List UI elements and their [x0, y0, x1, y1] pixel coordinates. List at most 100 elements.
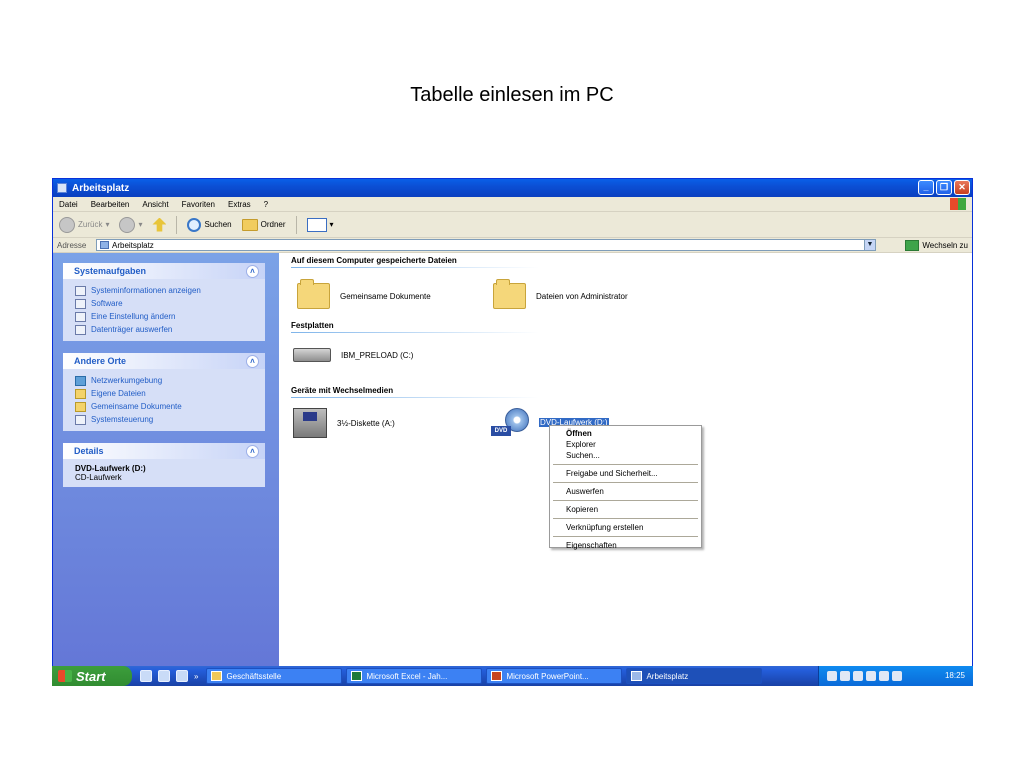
clock: 18:25 — [944, 671, 965, 680]
computer-icon — [57, 183, 67, 193]
menu-separator — [553, 482, 698, 483]
tray-volume-icon[interactable] — [840, 671, 850, 681]
task-software[interactable]: Software — [75, 297, 265, 310]
window-title: Arbeitsplatz — [72, 182, 130, 194]
tray-update-icon[interactable] — [866, 671, 876, 681]
task-system-info[interactable]: Systeminformationen anzeigen — [75, 284, 265, 297]
taskbar-item-powerpoint[interactable]: Microsoft PowerPoint... — [486, 668, 623, 684]
software-icon — [75, 298, 86, 309]
place-network[interactable]: Netzwerkumgebung — [75, 374, 265, 387]
place-label: Eigene Dateien — [91, 389, 146, 398]
group-divider — [291, 397, 539, 398]
tray-network-icon[interactable] — [827, 671, 837, 681]
search-label: Suchen — [204, 220, 232, 229]
browser-icon[interactable] — [158, 670, 170, 682]
task-eject-media[interactable]: Datenträger auswerfen — [75, 323, 265, 336]
context-copy[interactable]: Kopieren — [550, 504, 701, 515]
group-header-hard-disks: Festplatten — [291, 321, 334, 330]
excel-icon — [351, 671, 363, 681]
taskbar-item-arbeitsplatz[interactable]: Arbeitsplatz — [626, 668, 763, 684]
folders-label: Ordner — [260, 220, 286, 229]
search-icon — [187, 217, 202, 232]
slide: Tabelle einlesen im PC Arbeitsplatz _ ❐ … — [0, 0, 1024, 768]
control-panel-icon — [75, 414, 86, 425]
close-button[interactable]: ✕ — [954, 180, 970, 195]
panel-details: Details ˄ DVD-Laufwerk (D:) CD-Laufwerk — [63, 443, 265, 487]
item-label: Gemeinsame Dokumente — [340, 291, 431, 301]
collapse-chevron-icon[interactable]: ˄ — [246, 355, 259, 368]
context-eject[interactable]: Auswerfen — [550, 486, 701, 497]
task-label: Datenträger auswerfen — [91, 325, 173, 334]
address-input[interactable]: Arbeitsplatz ▼ — [96, 239, 876, 251]
media-icon[interactable] — [176, 670, 188, 682]
taskbar-item-excel[interactable]: Microsoft Excel - Jah... — [346, 668, 483, 684]
folder-up-icon — [152, 217, 167, 232]
task-label: Systeminformationen anzeigen — [91, 286, 201, 295]
menu-help[interactable]: ? — [264, 200, 268, 209]
task-change-setting[interactable]: Eine Einstellung ändern — [75, 310, 265, 323]
menu-extras[interactable]: Extras — [228, 200, 251, 209]
start-button[interactable]: Start — [52, 666, 132, 686]
back-label: Zurück — [78, 220, 103, 229]
control-panel-icon — [75, 311, 86, 322]
folders-button[interactable]: Ordner — [241, 218, 286, 231]
context-open[interactable]: Öffnen — [550, 428, 701, 439]
folder-icon — [493, 279, 526, 309]
folder-icon — [75, 388, 86, 399]
context-properties[interactable]: Eigenschaften — [550, 540, 701, 551]
back-button[interactable]: Zurück ▾ — [59, 216, 110, 233]
collapse-chevron-icon[interactable]: ˄ — [246, 265, 259, 278]
system-tray: 18:25 — [818, 666, 973, 686]
folder-icon — [241, 218, 258, 231]
panel-header-system-tasks[interactable]: Systemaufgaben ˄ — [63, 263, 265, 279]
computer-icon — [631, 671, 643, 681]
quick-launch-more[interactable]: » — [194, 672, 198, 681]
tray-display-icon[interactable] — [879, 671, 889, 681]
item-floppy-a[interactable]: 3½-Diskette (A:) — [293, 408, 395, 438]
tray-lan-icon[interactable] — [892, 671, 902, 681]
views-button[interactable]: ▾ — [306, 217, 334, 232]
taskbar-item-geschaeftsstelle[interactable]: Geschäftsstelle — [206, 668, 343, 684]
context-menu: Öffnen Explorer Suchen... Freigabe und S… — [549, 425, 702, 551]
place-shared-documents[interactable]: Gemeinsame Dokumente — [75, 400, 265, 413]
search-button[interactable]: Suchen — [187, 217, 232, 232]
context-sharing[interactable]: Freigabe und Sicherheit... — [550, 468, 701, 479]
menu-ansicht[interactable]: Ansicht — [142, 200, 168, 209]
task-pane: Systemaufgaben ˄ Systeminformationen anz… — [53, 253, 279, 685]
context-create-shortcut[interactable]: Verknüpfung erstellen — [550, 522, 701, 533]
menu-bearbeiten[interactable]: Bearbeiten — [91, 200, 130, 209]
minimize-button[interactable]: _ — [918, 180, 934, 195]
maximize-button[interactable]: ❐ — [936, 180, 952, 195]
context-explorer[interactable]: Explorer — [550, 439, 701, 450]
task-label: Software — [91, 299, 123, 308]
forward-button[interactable]: ▾ — [119, 216, 142, 233]
item-drive-c[interactable]: IBM_PRELOAD (C:) — [293, 348, 413, 362]
item-admin-files[interactable]: Dateien von Administrator — [493, 279, 628, 309]
toolbar: Zurück ▾ ▾ Suchen Ordner ▾ — [53, 212, 972, 238]
task-label: Eine Einstellung ändern — [91, 312, 176, 321]
collapse-chevron-icon[interactable]: ˄ — [246, 445, 259, 458]
up-button[interactable] — [152, 217, 167, 232]
menu-favoriten[interactable]: Favoriten — [182, 200, 215, 209]
menu-datei[interactable]: Datei — [59, 200, 78, 209]
go-label: Wechseln zu — [922, 241, 968, 250]
place-my-documents[interactable]: Eigene Dateien — [75, 387, 265, 400]
eject-icon — [75, 324, 86, 335]
group-header-removable: Geräte mit Wechselmedien — [291, 386, 394, 395]
windows-flag-icon — [58, 670, 72, 682]
item-shared-documents[interactable]: Gemeinsame Dokumente — [297, 279, 431, 309]
taskbar-item-label: Arbeitsplatz — [646, 671, 689, 681]
panel-header-details[interactable]: Details ˄ — [63, 443, 265, 459]
desktop-icon[interactable] — [140, 670, 152, 682]
place-control-panel[interactable]: Systemsteuerung — [75, 413, 265, 426]
network-icon — [75, 375, 86, 386]
title-bar[interactable]: Arbeitsplatz _ ❐ ✕ — [53, 179, 972, 197]
place-label: Netzwerkumgebung — [91, 376, 163, 385]
go-button[interactable]: Wechseln zu — [905, 240, 968, 251]
menu-separator — [553, 536, 698, 537]
chevron-down-icon: ▾ — [105, 220, 110, 229]
panel-header-other-places[interactable]: Andere Orte ˄ — [63, 353, 265, 369]
address-dropdown-button[interactable]: ▼ — [864, 240, 875, 250]
tray-security-icon[interactable] — [853, 671, 863, 681]
context-search[interactable]: Suchen... — [550, 450, 701, 461]
